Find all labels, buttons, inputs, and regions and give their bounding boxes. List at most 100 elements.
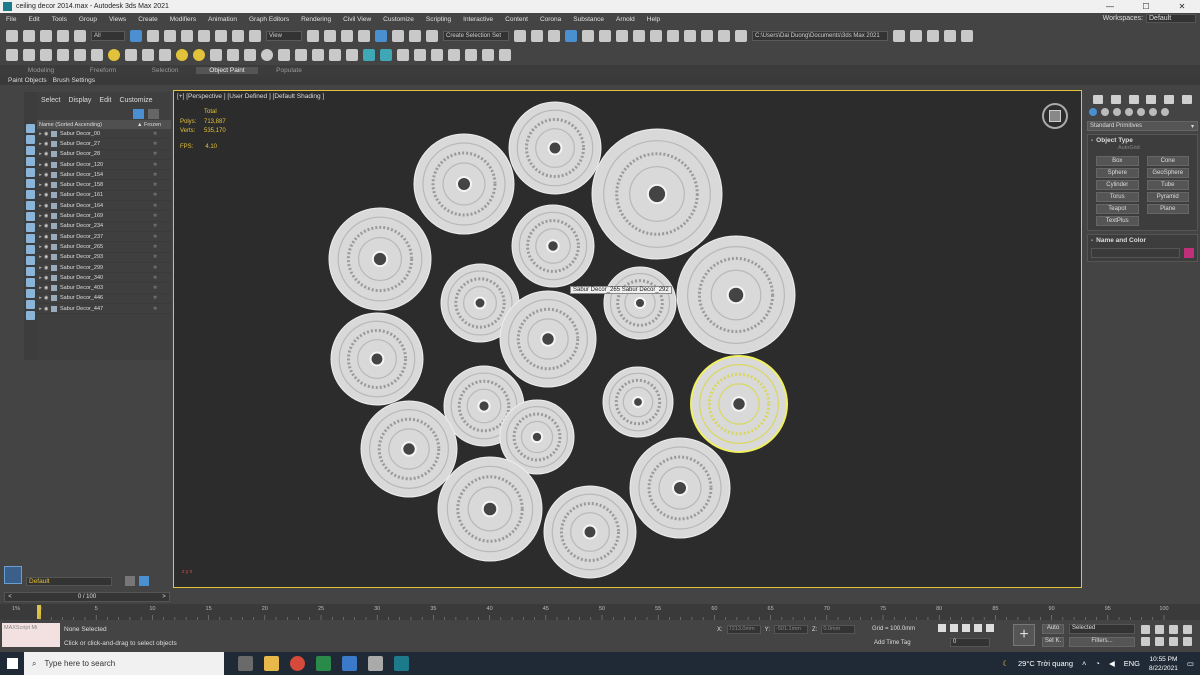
time-slider[interactable]: < 0 / 100 > <box>4 592 170 602</box>
arnold-log-icon[interactable] <box>431 48 443 61</box>
tray-arrow-icon[interactable]: ˄ <box>1082 659 1086 668</box>
motion-tab-icon[interactable] <box>1146 94 1157 104</box>
maximize-viewport-icon[interactable] <box>1183 637 1192 646</box>
scale-icon[interactable] <box>232 29 244 42</box>
visibility-eye-icon[interactable]: ◉ <box>44 182 51 188</box>
render-production-icon[interactable] <box>701 29 713 42</box>
primitive-plane-button[interactable]: Plane <box>1146 204 1189 214</box>
scene-row[interactable]: ▸ ◉ Sabur Decor_237 ❄ <box>37 232 171 243</box>
scene-menu-select[interactable]: Select <box>41 97 60 104</box>
visibility-eye-icon[interactable]: ◉ <box>44 192 51 198</box>
freeze-icon[interactable]: ❄ <box>153 254 171 260</box>
perspective-viewport[interactable]: [+] [Perspective ] [User Defined ] [Defa… <box>173 90 1082 588</box>
corona-lister-icon[interactable] <box>329 48 341 61</box>
menu-civil-view[interactable]: Civil View <box>337 16 377 23</box>
weather-icon[interactable]: ☾ <box>1002 659 1009 668</box>
extra-tool-1-icon[interactable] <box>482 48 494 61</box>
freeze-icon[interactable]: ❄ <box>153 182 171 188</box>
workspaces-select[interactable]: Default <box>1146 14 1196 23</box>
scene-row[interactable]: ▸ ◉ Sabur Decor_158 ❄ <box>37 180 171 191</box>
visibility-eye-icon[interactable]: ◉ <box>44 244 51 250</box>
edge-icon[interactable] <box>316 656 331 671</box>
primitive-pyramid-button[interactable]: Pyramid <box>1146 192 1189 202</box>
ribbon-tab-object-paint[interactable]: Object Paint <box>196 66 258 74</box>
corona-light-icon[interactable] <box>108 48 120 61</box>
create-tab-icon[interactable] <box>1092 94 1103 104</box>
a360-gallery-icon[interactable] <box>735 29 747 42</box>
set-key-button[interactable]: Set K. <box>1042 637 1064 647</box>
display-groups-icon[interactable] <box>26 201 35 210</box>
corona-decal-icon[interactable] <box>210 48 222 61</box>
go-to-end-icon[interactable] <box>986 624 994 632</box>
freeze-icon[interactable]: ❄ <box>153 151 171 157</box>
arnold-ipr-icon[interactable] <box>397 48 409 61</box>
file-explorer-icon[interactable] <box>264 656 279 671</box>
visibility-eye-icon[interactable]: ◉ <box>44 306 51 312</box>
primitive-box-button[interactable]: Box <box>1096 156 1139 166</box>
freeze-icon[interactable]: ❄ <box>153 223 171 229</box>
expand-icon[interactable]: ▸ <box>37 131 44 137</box>
network-icon[interactable]: ◔ <box>1095 659 1100 668</box>
viewport-label[interactable]: [+] [Perspective ] [User Defined ] [Defa… <box>177 93 324 100</box>
add-time-tag[interactable]: Add Time Tag <box>874 640 911 646</box>
hierarchy-tab-icon[interactable] <box>1128 94 1139 104</box>
expand-icon[interactable]: ▸ <box>37 275 44 281</box>
visibility-eye-icon[interactable]: ◉ <box>44 213 51 219</box>
display-helpers-icon[interactable] <box>26 179 35 188</box>
named-selection-sets[interactable]: Create Selection Set <box>443 30 509 41</box>
ceiling-medallion[interactable] <box>437 456 543 562</box>
corona-converter-icon[interactable] <box>227 48 239 61</box>
primitive-category-select[interactable]: Standard Primitives ▾ <box>1087 121 1198 131</box>
display-lights-icon[interactable] <box>26 157 35 166</box>
pivot-point-icon[interactable] <box>307 29 319 42</box>
freeze-icon[interactable]: ❄ <box>153 172 171 178</box>
scene-row[interactable]: ▸ ◉ Sabur Decor_161 ❄ <box>37 191 171 202</box>
menu-interactive[interactable]: Interactive <box>457 16 499 23</box>
freeze-icon[interactable]: ❄ <box>153 162 171 168</box>
corona-mtl-icon[interactable] <box>244 48 256 61</box>
ribbon-tab-populate[interactable]: Populate <box>258 67 320 74</box>
display-all-toggle-icon[interactable] <box>26 267 35 276</box>
project-path-select[interactable]: C:\Users\Dai Duong\Documents\3ds Max 202… <box>752 30 888 41</box>
expand-icon[interactable]: ▸ <box>37 162 44 168</box>
angle-snap-icon[interactable] <box>375 29 387 42</box>
modify-tab-icon[interactable] <box>1110 94 1121 104</box>
window-crossing-icon[interactable] <box>181 29 193 42</box>
expand-icon[interactable]: ▸ <box>37 172 44 178</box>
ceiling-medallion[interactable] <box>328 207 432 311</box>
schematic-view-icon[interactable] <box>633 29 645 42</box>
arnold-render-icon[interactable] <box>380 48 392 61</box>
volume-icon[interactable]: ◀ <box>1109 659 1115 668</box>
menu-arnold[interactable]: Arnold <box>610 16 641 23</box>
visibility-eye-icon[interactable]: ◉ <box>44 275 51 281</box>
visibility-eye-icon[interactable]: ◉ <box>44 223 51 229</box>
expand-icon[interactable]: ▸ <box>37 192 44 198</box>
primitive-geosphere-button[interactable]: GeoSphere <box>1146 168 1189 178</box>
expand-icon[interactable]: ▸ <box>37 223 44 229</box>
primitive-textplus-button[interactable]: TextPlus <box>1096 216 1139 226</box>
corona-proxy-icon[interactable] <box>142 48 154 61</box>
visibility-eye-icon[interactable]: ◉ <box>44 203 51 209</box>
snaps-toggle-icon[interactable] <box>358 29 370 42</box>
ceiling-medallion[interactable] <box>690 355 788 453</box>
project-settings-icon[interactable] <box>944 29 956 42</box>
scene-row[interactable]: ▸ ◉ Sabur Decor_340 ❄ <box>37 273 171 284</box>
visibility-eye-icon[interactable]: ◉ <box>44 141 51 147</box>
render-in-cloud-icon[interactable] <box>718 29 730 42</box>
material-editor-icon[interactable] <box>650 29 662 42</box>
scene-row[interactable]: ▸ ◉ Sabur Decor_447 ❄ <box>37 304 171 315</box>
zoom-extents-icon[interactable] <box>1169 625 1178 634</box>
freeze-icon[interactable]: ❄ <box>153 244 171 250</box>
layer-settings-icon[interactable] <box>139 576 149 586</box>
filter-toggle-icon[interactable] <box>133 109 144 119</box>
scene-row[interactable]: ▸ ◉ Sabur Decor_28 ❄ <box>37 150 171 160</box>
scene-row[interactable]: ▸ ◉ Sabur Decor_00 ❄ <box>37 129 171 140</box>
primitive-cylinder-button[interactable]: Cylinder <box>1096 180 1139 190</box>
close-button[interactable]: ✕ <box>1164 0 1200 13</box>
freeze-icon[interactable]: ❄ <box>153 306 171 312</box>
visibility-eye-icon[interactable]: ◉ <box>44 265 51 271</box>
ceiling-medallion[interactable] <box>603 266 677 340</box>
corona-scatter-icon[interactable] <box>159 48 171 61</box>
primitive-sphere-button[interactable]: Sphere <box>1096 168 1139 178</box>
ceiling-medallion[interactable] <box>591 128 723 260</box>
